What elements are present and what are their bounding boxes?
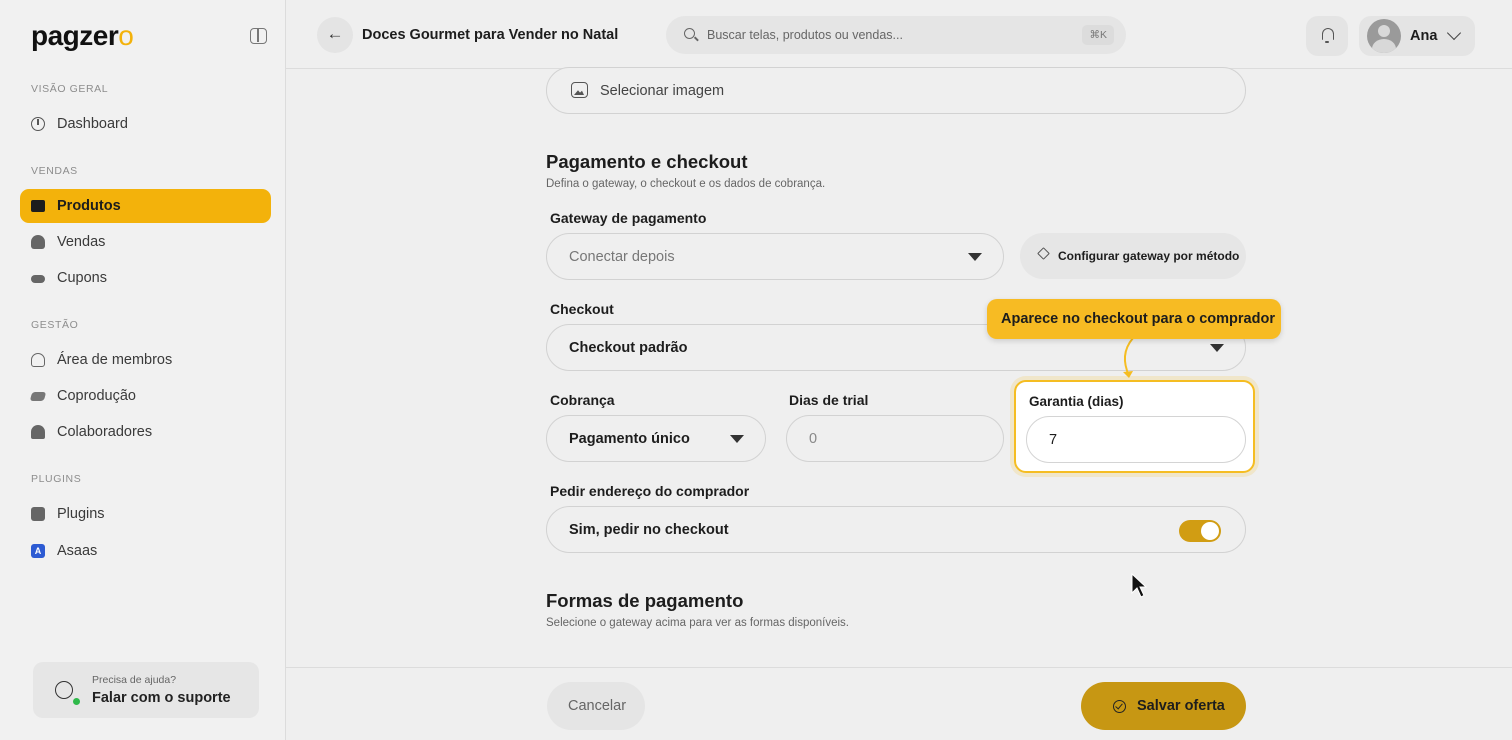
- trial-days-input[interactable]: 0: [786, 415, 1004, 462]
- search-icon: [684, 28, 695, 39]
- address-toggle-label: Sim, pedir no checkout: [569, 522, 729, 538]
- chevron-down-icon: [1446, 25, 1462, 41]
- billing-select-value: Pagamento único: [569, 431, 690, 447]
- sidebar-item-label: Plugins: [57, 506, 105, 522]
- collaborators-icon: [31, 425, 45, 439]
- payment-section-title: Pagamento e checkout: [546, 151, 748, 172]
- guarantee-days-value: 7: [1049, 432, 1058, 448]
- checkout-select-value: Checkout padrão: [569, 340, 688, 356]
- gateway-label: Gateway de pagamento: [550, 210, 707, 226]
- asaas-icon: A: [31, 544, 45, 558]
- user-menu[interactable]: Ana: [1359, 16, 1475, 56]
- configure-gateway-label: Configurar gateway por método: [1058, 249, 1240, 263]
- sidebar-item-label: Cupons: [57, 270, 107, 286]
- sidebar-item-label: Produtos: [57, 198, 121, 214]
- online-status-dot: [73, 698, 80, 705]
- sidebar: pagzero VISÃO GERAL Dashboard VENDAS Pro…: [0, 0, 286, 740]
- trial-days-placeholder: 0: [809, 431, 818, 447]
- sales-icon: [31, 235, 45, 249]
- sidebar-item-label: Asaas: [57, 543, 98, 559]
- mouse-cursor-icon: [1131, 573, 1148, 598]
- save-offer-button[interactable]: Salvar oferta: [1081, 682, 1246, 730]
- cancel-label: Cancelar: [568, 698, 627, 714]
- caret-down-icon: [968, 253, 982, 261]
- address-toggle-row[interactable]: Sim, pedir no checkout: [546, 506, 1246, 553]
- checkout-label: Checkout: [550, 301, 614, 317]
- gateway-select[interactable]: Conectar depois: [546, 233, 1004, 280]
- sidebar-item-label: Vendas: [57, 234, 106, 250]
- bell-icon[interactable]: [1306, 16, 1348, 56]
- sidebar-item-products[interactable]: Produtos: [20, 189, 271, 223]
- guarantee-tooltip: Aparece no checkout para o comprador: [987, 299, 1281, 339]
- caret-down-icon: [1210, 344, 1224, 352]
- shortcut-badge: ⌘K: [1082, 25, 1114, 45]
- app-logo[interactable]: pagzero: [31, 20, 134, 52]
- back-button[interactable]: ←: [317, 17, 353, 53]
- payment-methods-title: Formas de pagamento: [546, 590, 744, 611]
- gateway-select-value: Conectar depois: [569, 249, 675, 265]
- sidebar-item-label: Coprodução: [57, 388, 136, 404]
- handshake-icon: [29, 391, 47, 401]
- coupon-icon: [31, 275, 45, 283]
- members-icon: [31, 353, 45, 367]
- arrow-left-icon: ←: [326, 24, 344, 43]
- sidebar-item-collaborators[interactable]: Colaboradores: [20, 415, 271, 449]
- tooltip-text: Aparece no checkout para o comprador: [1001, 311, 1275, 327]
- puzzle-icon: [31, 507, 45, 521]
- payment-methods-subtitle: Selecione o gateway acima para ver as fo…: [546, 617, 849, 629]
- support-card[interactable]: Precisa de ajuda? Falar com o suporte: [33, 662, 259, 718]
- sidebar-item-coupons[interactable]: Cupons: [20, 261, 271, 295]
- image-icon: [571, 82, 588, 98]
- avatar: [1367, 19, 1401, 53]
- billing-select[interactable]: Pagamento único: [546, 415, 766, 462]
- check-circle-icon: [1113, 700, 1126, 713]
- caret-down-icon: [730, 435, 744, 443]
- save-label: Salvar oferta: [1137, 698, 1225, 714]
- top-header: ← Doces Gourmet para Vender no Natal Bus…: [286, 0, 1512, 69]
- search-input[interactable]: Buscar telas, produtos ou vendas... ⌘K: [666, 16, 1126, 54]
- sidebar-item-plugins[interactable]: Plugins: [20, 497, 271, 531]
- trial-label: Dias de trial: [789, 392, 869, 408]
- sidebar-item-label: Colaboradores: [57, 424, 153, 440]
- address-toggle[interactable]: [1179, 520, 1221, 542]
- guarantee-label: Garantia (dias): [1029, 394, 1124, 409]
- whatsapp-icon: [55, 681, 73, 699]
- support-subtitle: Precisa de ajuda?: [92, 674, 177, 686]
- sidebar-collapse-icon[interactable]: [250, 28, 267, 44]
- products-icon: [31, 200, 45, 212]
- section-label-sales: VENDAS: [31, 165, 78, 177]
- page-title: Doces Gourmet para Vender no Natal: [362, 27, 619, 43]
- support-title: Falar com o suporte: [92, 690, 231, 706]
- configure-gateway-button[interactable]: Configurar gateway por método: [1020, 233, 1246, 279]
- pencil-icon: [1037, 247, 1050, 260]
- cancel-button[interactable]: Cancelar: [547, 682, 645, 730]
- section-label-overview: VISÃO GERAL: [31, 83, 109, 95]
- billing-label: Cobrança: [550, 392, 615, 408]
- select-image-button[interactable]: Selecionar imagem: [546, 67, 1246, 114]
- sidebar-item-label: Dashboard: [57, 116, 128, 132]
- form-footer: Cancelar Salvar oferta: [286, 667, 1512, 740]
- section-label-management: GESTÃO: [31, 319, 79, 331]
- guarantee-field-highlight: Garantia (dias) 7: [1014, 380, 1255, 473]
- user-name: Ana: [1410, 28, 1438, 44]
- tooltip-connector-arrow: [1123, 337, 1134, 378]
- guarantee-days-input[interactable]: 7: [1026, 416, 1246, 463]
- address-label: Pedir endereço do comprador: [550, 483, 750, 499]
- sidebar-item-sales[interactable]: Vendas: [20, 225, 271, 259]
- sidebar-item-asaas[interactable]: A Asaas: [20, 534, 271, 568]
- search-placeholder: Buscar telas, produtos ou vendas...: [707, 28, 903, 42]
- payment-section-subtitle: Defina o gateway, o checkout e os dados …: [546, 178, 826, 190]
- select-image-label: Selecionar imagem: [600, 83, 725, 99]
- sidebar-item-coproduction[interactable]: Coprodução: [20, 379, 271, 413]
- sidebar-item-dashboard[interactable]: Dashboard: [20, 107, 271, 141]
- dashboard-icon: [31, 117, 45, 131]
- section-label-plugins: PLUGINS: [31, 473, 82, 485]
- sidebar-item-label: Área de membros: [57, 352, 173, 368]
- sidebar-item-members[interactable]: Área de membros: [20, 343, 271, 377]
